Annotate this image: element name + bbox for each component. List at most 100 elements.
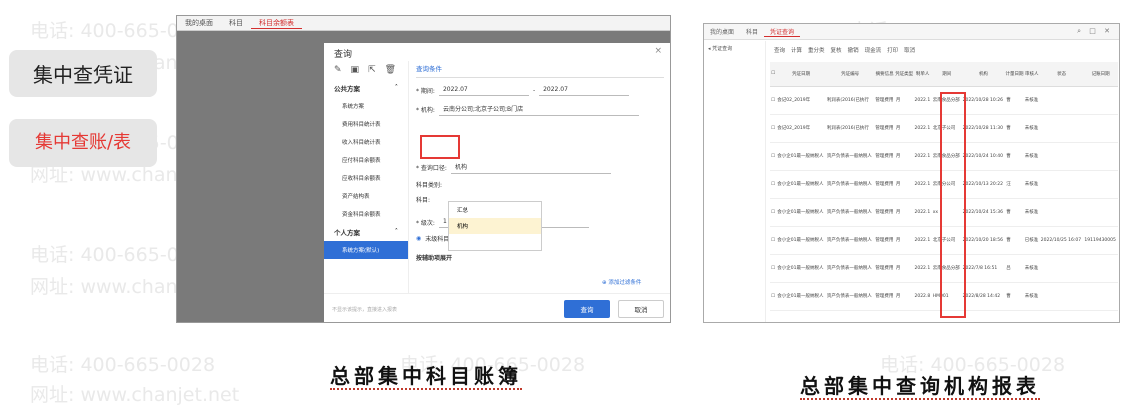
collapse-icon: ˄ — [394, 227, 398, 235]
table-cell: 月 — [894, 198, 914, 227]
table-cell — [1083, 86, 1118, 115]
aux-expand-label[interactable]: 按辅助项展开 — [416, 253, 452, 262]
table-cell: 月 — [894, 114, 914, 143]
tab-desktop[interactable]: 我的桌面 — [704, 27, 740, 36]
scheme-item[interactable]: 费用科目统计表 — [324, 115, 408, 133]
table-cell: 19119430005 — [1083, 226, 1118, 255]
tab-desktop[interactable]: 我的桌面 — [177, 18, 221, 28]
tool-query[interactable]: 查询 — [774, 46, 785, 54]
org-field[interactable]: 云南分公司;北京子公司;B门店 — [438, 102, 639, 116]
table-cell: 利润表(2016)已执行 — [825, 86, 875, 115]
save-icon[interactable]: ▣ — [351, 65, 360, 75]
table-cell — [1083, 198, 1118, 227]
table-cell: 利润表(2016)已执行 — [825, 114, 875, 143]
watermark-phone: 电话: 400-665-0028 — [30, 354, 216, 376]
radio-icon[interactable]: ◉ — [416, 235, 421, 242]
tool-cancel[interactable]: 取消 — [904, 46, 915, 54]
footer-note[interactable]: 不显示该提示，直接进入报表 — [332, 306, 397, 313]
table-cell — [1083, 114, 1118, 143]
table-cell: 2022/10/24 15:36 — [961, 198, 1006, 227]
tab-subject[interactable]: 科目 — [221, 18, 251, 28]
delete-icon[interactable]: 🗑 — [385, 65, 396, 75]
table-cell: 2022/10/20 18:56 — [961, 226, 1006, 255]
export-icon[interactable]: ⇱ — [368, 65, 376, 75]
close-icon[interactable]: × — [654, 46, 662, 56]
column-header: 审核人 — [1023, 62, 1040, 87]
centralized-ledger-query[interactable]: 集中查账/表 — [9, 119, 157, 167]
scheme-item[interactable]: 应收科目余额表 — [324, 169, 408, 187]
scheme-item[interactable]: 系统方案 — [324, 97, 408, 115]
table-cell — [1039, 254, 1084, 283]
centralized-voucher-query[interactable]: 集中查凭证 — [9, 50, 157, 97]
scheme-item[interactable]: 收入科目统计表 — [324, 133, 408, 151]
dropdown-option[interactable]: 汇总 — [449, 202, 541, 218]
level-label: * 级次: — [416, 219, 435, 227]
table-cell — [1039, 86, 1084, 115]
table-cell: 资产负债表一般纳税人 — [825, 226, 875, 255]
cancel-button[interactable]: 取消 — [618, 300, 664, 318]
tool-review[interactable]: 复核 — [831, 46, 842, 54]
scheme-panel: ✎ ▣ ⇱ 🗑 公共方案 ˄ 系统方案 费用科目统计表 收入科目统计表 应付科目余… — [324, 61, 409, 293]
query-caliber-select[interactable]: 机构 — [450, 160, 611, 174]
conditions-title: 查询条件 — [416, 63, 664, 78]
table-cell: 月 — [894, 282, 914, 311]
table-cell: 管理费用 — [874, 170, 895, 199]
table-cell: 曹 — [1005, 198, 1024, 227]
column-header: 摘要信息 — [874, 62, 895, 87]
edit-icon[interactable]: ✎ — [334, 65, 342, 75]
side-item[interactable]: ◂ 凭证查询 — [708, 46, 732, 52]
table-cell: 会小企01最一般纳税人 — [776, 170, 826, 199]
scheme-item[interactable]: 应付科目余额表 — [324, 151, 408, 169]
tab-subject[interactable]: 科目 — [740, 27, 764, 36]
public-scheme-group[interactable]: 公共方案 ˄ — [324, 79, 408, 97]
column-header: 状态 — [1039, 62, 1084, 87]
table-cell: 2022.1 — [913, 254, 932, 283]
table-cell: 已核准 — [1023, 226, 1040, 255]
table-cell: 未核准 — [1023, 198, 1040, 227]
tool-cashflow[interactable]: 现金流 — [865, 46, 882, 54]
table-cell: 会记02_2019年 — [776, 86, 826, 115]
table-cell: 管理费用 — [874, 254, 895, 283]
column-header: 计量日期 — [1005, 62, 1024, 87]
toolbar: 查询 计算 重分类 复核 撤销 现金流 打印 取消 — [774, 46, 915, 54]
tab-voucher-query[interactable]: 凭证查询 — [764, 27, 801, 37]
scheme-item-selected[interactable]: 系统方案(默认) — [324, 241, 408, 259]
caption-right: 总部集中查询机构报表 — [800, 374, 1040, 400]
table-cell: 2022.1 — [913, 142, 932, 171]
query-dialog: 查询 × ✎ ▣ ⇱ 🗑 公共方案 ˄ 系统方案 费用科目统计表 收入科目统计表 … — [324, 43, 670, 322]
table-cell — [1083, 282, 1118, 311]
table-cell: 会小企01最一般纳税人 — [776, 226, 826, 255]
table-cell: 管理费用 — [874, 226, 895, 255]
column-header: 凭证类型 — [894, 62, 914, 87]
table-cell — [1083, 254, 1118, 283]
scheme-item[interactable]: 资金科目余额表 — [324, 205, 408, 223]
table-cell: 月 — [894, 254, 914, 283]
add-filter-link[interactable]: ⊕ 添加过滤条件 — [602, 278, 641, 286]
table-cell: 管理费用 — [874, 198, 895, 227]
scheme-item[interactable]: 资产结构表 — [324, 187, 408, 205]
table-cell: 未核准 — [1023, 86, 1040, 115]
period-from-field[interactable]: 2022.07 — [438, 84, 529, 96]
tool-reclass[interactable]: 重分类 — [808, 46, 825, 54]
period-to-field[interactable]: 2022.07 — [539, 84, 630, 96]
column-header: 机构 — [961, 62, 1006, 87]
table-cell: 会小企01最一般纳税人 — [776, 254, 826, 283]
tool-undo[interactable]: 撤销 — [848, 46, 859, 54]
column-header: 凭证编号 — [825, 62, 875, 87]
table-cell: 管理费用 — [874, 142, 895, 171]
tab-bar: 我的桌面 科目 科目余额表 — [177, 16, 670, 31]
table-cell: 月 — [894, 86, 914, 115]
table-cell: 未核准 — [1023, 170, 1040, 199]
tool-print[interactable]: 打印 — [887, 46, 898, 54]
dropdown-option-selected[interactable]: 机构 — [449, 218, 541, 234]
table-cell: 曹 — [1005, 282, 1024, 311]
column-header: 期间 — [931, 62, 962, 87]
table-cell: 2022.1 — [913, 198, 932, 227]
table-cell: 管理费用 — [874, 86, 895, 115]
personal-scheme-group[interactable]: 个人方案 ˄ — [324, 223, 408, 241]
query-button[interactable]: 查询 — [564, 300, 610, 318]
tab-subject-balance[interactable]: 科目余额表 — [251, 18, 302, 29]
window-controls[interactable]: ⌕ □ ✕ — [1077, 27, 1113, 36]
tool-calc[interactable]: 计算 — [791, 46, 802, 54]
table-cell: 吕 — [1005, 254, 1024, 283]
